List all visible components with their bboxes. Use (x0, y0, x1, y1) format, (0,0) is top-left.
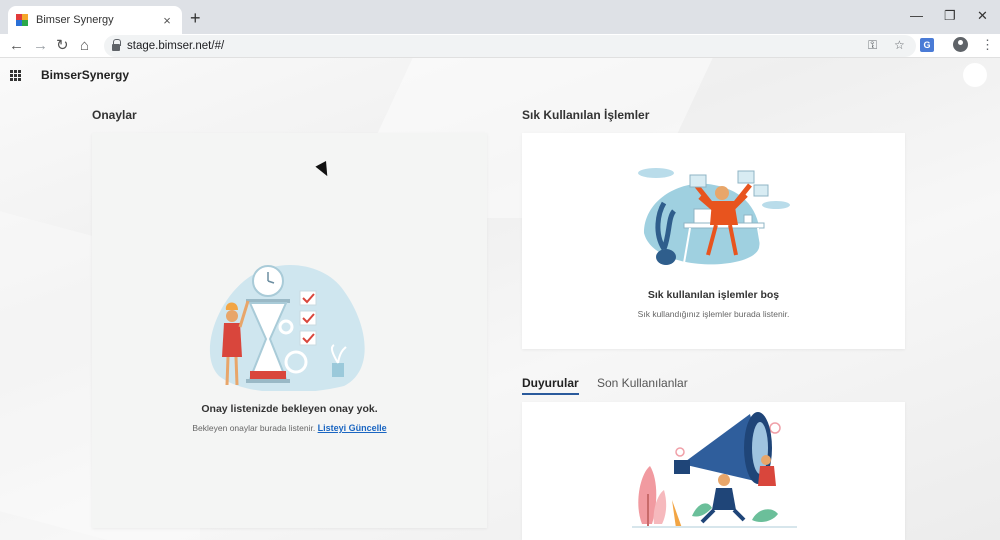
megaphone-illustration (632, 412, 797, 528)
window-close-icon[interactable]: ✕ (977, 8, 988, 24)
key-icon[interactable]: ⚿ (868, 38, 877, 53)
brand-title[interactable]: BimserSynergy (41, 68, 129, 82)
approvals-title: Onaylar (92, 108, 137, 122)
frequent-ops-empty-subtitle: Sık kullandığınız işlemler burada listen… (637, 309, 790, 319)
reload-icon[interactable]: ↻ (56, 36, 69, 56)
url-text: stage.bimser.net/#/ (127, 40, 225, 52)
back-icon[interactable]: ← (9, 36, 24, 56)
tab-title: Bimser Synergy (36, 14, 114, 26)
announcements-card (522, 402, 905, 540)
lock-icon[interactable] (112, 38, 121, 51)
translate-icon[interactable]: G (920, 38, 934, 52)
frequent-ops-title: Sık Kullanılan İşlemler (522, 108, 650, 122)
address-bar[interactable]: stage.bimser.net/#/ ⚿ ☆ (104, 35, 916, 57)
user-avatar[interactable] (963, 63, 987, 87)
frequent-ops-empty-title: Sık kullanılan işlemler boş (647, 289, 780, 301)
app-viewport: BimserSynergy Onaylar Onay listenizde be… (0, 58, 1000, 540)
minimize-icon[interactable]: — (910, 8, 923, 23)
browser-titlebar: Bimser Synergy × + — ❐ ✕ (0, 0, 1000, 34)
app-launcher-grid-icon[interactable] (10, 70, 21, 81)
refresh-list-link[interactable]: Listeyi Güncelle (318, 423, 387, 433)
hourglass-illustration (210, 265, 365, 391)
tab-recently-used[interactable]: Son Kullanılanlar (597, 376, 688, 390)
forward-icon[interactable]: → (33, 36, 48, 56)
restore-icon[interactable]: ❐ (944, 8, 956, 24)
browser-toolbar: ← → ↻ ⌂ stage.bimser.net/#/ ⚿ ☆ (0, 34, 1000, 58)
tab-announcements[interactable]: Duyurular (522, 376, 579, 395)
bimser-favicon-icon (16, 14, 28, 26)
bookmark-star-icon[interactable]: ☆ (894, 38, 905, 52)
desk-worker-illustration (638, 168, 790, 265)
new-tab-icon[interactable]: + (190, 9, 201, 27)
home-icon[interactable]: ⌂ (80, 36, 89, 56)
browser-tab[interactable]: Bimser Synergy × (8, 6, 182, 34)
approvals-card: Onay listenizde bekleyen onay yok. Bekle… (92, 133, 487, 528)
browser-menu-icon[interactable]: ⋮ (981, 37, 994, 53)
approvals-empty-subtitle: Bekleyen onaylar burada listenir. Listey… (92, 423, 487, 433)
profile-icon[interactable] (953, 37, 968, 52)
approvals-empty-title: Onay listenizde bekleyen onay yok. (201, 403, 378, 415)
frequent-ops-card: Sık kullanılan işlemler boş Sık kullandı… (522, 133, 905, 349)
approvals-empty-text: Bekleyen onaylar burada listenir. (192, 423, 316, 433)
tab-close-icon[interactable]: × (160, 13, 174, 28)
